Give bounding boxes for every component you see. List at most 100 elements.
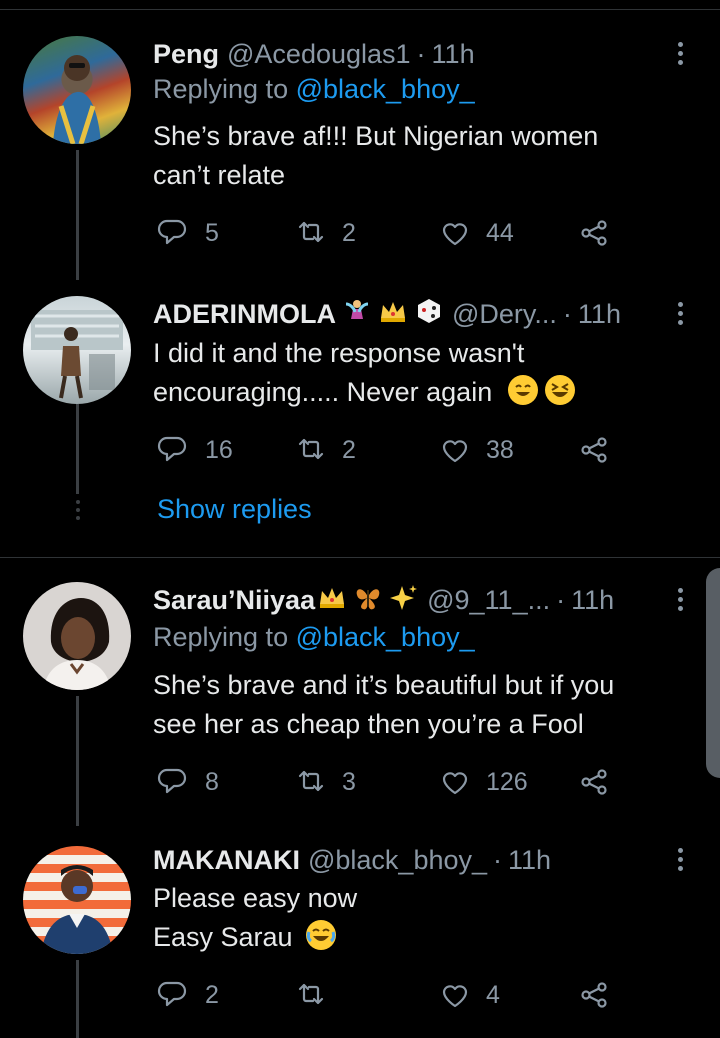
tweet-text: I did it and the response wasn't encoura… xyxy=(153,334,693,412)
retweet-icon xyxy=(298,438,324,460)
tweet-text-line: encouraging..... Never again xyxy=(153,377,493,407)
tweet-text-line: can’t relate xyxy=(153,160,286,190)
like-count: 44 xyxy=(486,218,514,247)
sparkles-emoji-icon xyxy=(389,582,419,619)
username[interactable]: @Dery... xyxy=(452,299,557,330)
thread-continuation-dots xyxy=(74,500,82,524)
tweet-text: She’s brave and it’s beautiful but if yo… xyxy=(153,666,693,744)
tweet-text: Please easy now Easy Sarau xyxy=(153,879,693,957)
tweet-text-line: see her as cheap then you’re a Fool xyxy=(153,709,584,739)
retweet-icon xyxy=(298,770,324,792)
show-replies-link[interactable]: Show replies xyxy=(157,494,312,525)
timestamp[interactable]: 11h xyxy=(571,585,614,616)
heart-icon xyxy=(442,440,468,463)
avatar[interactable] xyxy=(23,846,131,954)
heart-icon xyxy=(442,772,468,795)
username[interactable]: @Acedouglas1 xyxy=(227,39,411,70)
display-name[interactable]: Sarau’Niiyaa xyxy=(153,585,315,616)
reply-count: 8 xyxy=(205,767,219,796)
tweet-actions: 8 3 126 xyxy=(153,762,623,802)
retweet-button[interactable]: 2 xyxy=(294,430,356,470)
tweet-text-line: Please easy now xyxy=(153,883,358,913)
avatar[interactable] xyxy=(23,36,131,144)
mention-link[interactable]: @black_bhoy_ xyxy=(296,74,475,104)
retweet-count: 2 xyxy=(342,435,356,464)
game-die-emoji-icon xyxy=(414,296,444,333)
like-button[interactable]: 38 xyxy=(438,430,514,470)
more-vertical-icon[interactable] xyxy=(668,298,692,332)
reply-count: 5 xyxy=(205,218,219,247)
tweet-text-line: She’s brave af!!! But Nigerian women xyxy=(153,121,599,151)
like-button[interactable]: 126 xyxy=(438,762,528,802)
display-name[interactable]: Peng xyxy=(153,39,219,70)
reply-button[interactable]: 16 xyxy=(157,430,233,470)
share-icon xyxy=(581,220,607,246)
tweet-text-line: Easy Sarau xyxy=(153,922,293,952)
face-with-tears-of-joy-emoji-icon xyxy=(306,920,337,950)
like-button[interactable]: 44 xyxy=(438,213,514,253)
retweet-button[interactable]: 3 xyxy=(294,762,356,802)
reply-button[interactable]: 8 xyxy=(157,762,219,802)
avatar[interactable] xyxy=(23,582,131,690)
timestamp[interactable]: 11h xyxy=(578,299,621,330)
like-count: 4 xyxy=(486,980,500,1009)
share-button[interactable] xyxy=(577,762,611,802)
replying-to: Replying to @black_bhoy_ xyxy=(153,74,475,105)
share-button[interactable] xyxy=(577,213,611,253)
more-vertical-icon[interactable] xyxy=(668,584,692,618)
tweet-text-line-with-emoji: encouraging..... Never again xyxy=(153,373,693,412)
tweet-text-line-with-emoji: Easy Sarau xyxy=(153,918,693,957)
section-divider xyxy=(0,557,720,558)
retweet-icon xyxy=(298,221,324,243)
separator-dot: · xyxy=(556,584,566,615)
share-button[interactable] xyxy=(577,430,611,470)
mention-link[interactable]: @black_bhoy_ xyxy=(296,622,475,652)
tweet-actions: 2 4 xyxy=(153,975,623,1015)
heart-icon xyxy=(442,985,468,1008)
heart-icon xyxy=(442,223,468,246)
display-name[interactable]: MAKANAKI xyxy=(153,845,300,876)
replying-prefix: Replying to xyxy=(153,74,296,104)
reply-icon xyxy=(157,436,187,462)
separator-dot: · xyxy=(416,38,426,69)
share-icon xyxy=(581,769,607,795)
scrollbar-handle[interactable] xyxy=(706,568,720,778)
top-divider xyxy=(0,0,720,10)
retweet-button[interactable]: 2 xyxy=(294,213,356,253)
reply-count: 16 xyxy=(205,435,233,464)
more-vertical-icon[interactable] xyxy=(668,844,692,878)
timestamp[interactable]: 11h xyxy=(432,39,475,70)
crown-emoji-icon xyxy=(317,582,347,619)
like-count: 38 xyxy=(486,435,514,464)
tweet-actions: 5 2 44 xyxy=(153,213,623,253)
retweet-button[interactable] xyxy=(294,975,342,1015)
reply-icon xyxy=(157,768,187,794)
separator-dot: · xyxy=(493,844,503,875)
replying-to: Replying to @black_bhoy_ xyxy=(153,622,475,653)
like-button[interactable]: 4 xyxy=(438,975,500,1015)
reply-button[interactable]: 2 xyxy=(157,975,219,1015)
share-icon xyxy=(581,982,607,1008)
share-icon xyxy=(581,437,607,463)
separator-dot: · xyxy=(562,298,572,329)
reply-icon xyxy=(157,981,187,1007)
thread-line xyxy=(76,696,79,826)
retweet-count: 2 xyxy=(342,218,356,247)
username[interactable]: @black_bhoy_ xyxy=(308,845,487,876)
reply-icon xyxy=(157,219,187,245)
smiling-face-emoji-icon xyxy=(507,375,538,405)
timestamp[interactable]: 11h xyxy=(508,845,551,876)
tweet-actions: 16 2 38 xyxy=(153,430,623,470)
retweet-icon xyxy=(298,983,324,1005)
username[interactable]: @9_11_... xyxy=(427,585,550,616)
display-name[interactable]: ADERINMOLA xyxy=(153,299,336,330)
thread-line xyxy=(76,404,79,494)
tweet-text: She’s brave af!!! But Nigerian women can… xyxy=(153,117,693,195)
share-button[interactable] xyxy=(577,975,611,1015)
retweet-count: 3 xyxy=(342,767,356,796)
avatar[interactable] xyxy=(23,296,131,404)
replying-prefix: Replying to xyxy=(153,622,296,652)
reply-button[interactable]: 5 xyxy=(157,213,219,253)
tweet-text-line: I did it and the response wasn't xyxy=(153,338,525,368)
more-vertical-icon[interactable] xyxy=(668,38,692,72)
